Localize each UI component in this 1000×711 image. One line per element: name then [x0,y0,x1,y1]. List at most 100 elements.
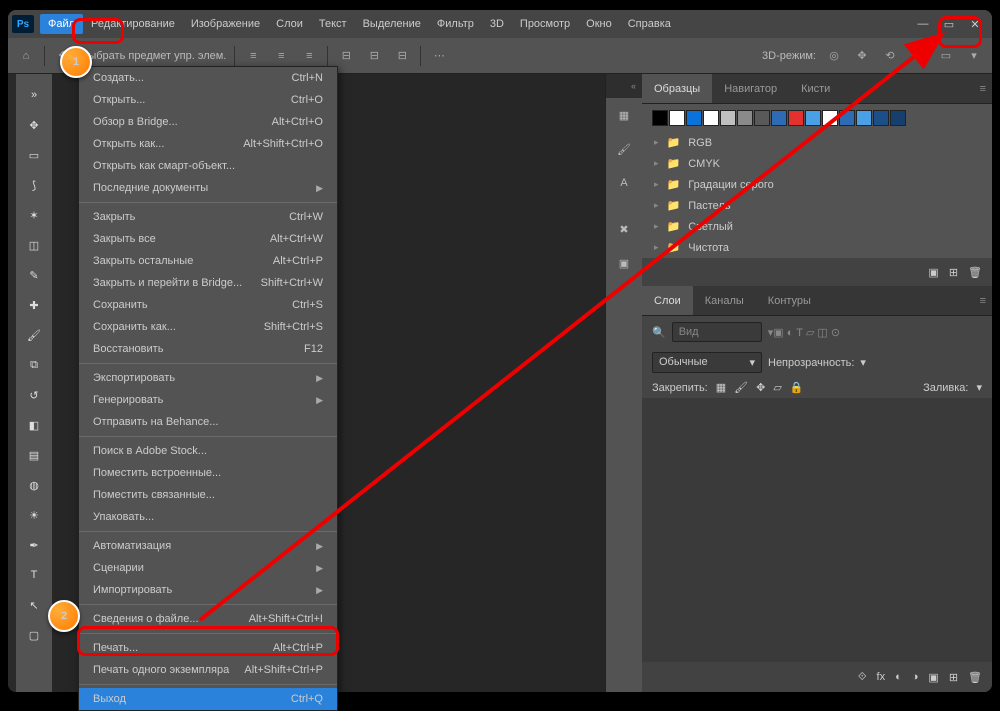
type-tool[interactable]: T [16,560,52,590]
layers-list[interactable] [642,398,992,662]
menu-item[interactable]: Закрыть и перейти в Bridge...Shift+Ctrl+… [79,272,337,294]
menu-item[interactable]: Открыть...Ctrl+O [79,89,337,111]
lasso-tool[interactable]: ⟆ [16,170,52,200]
menu-item[interactable]: Упаковать... [79,506,337,528]
group-icon[interactable]: ▣ [928,671,938,684]
delete-layer-icon[interactable]: 🗑 [968,671,982,684]
history-brush-tool[interactable]: ↺ [16,380,52,410]
swatch-group[interactable]: ▸📁Градации серого [642,174,992,195]
wand-tool[interactable]: ✶ [16,200,52,230]
collapse-toolbar-icon[interactable]: » [16,80,52,110]
menu-item[interactable]: Сохранить как...Shift+Ctrl+S [79,316,337,338]
menu-item[interactable]: Сценарии▶ [79,557,337,579]
character-panel-icon[interactable]: A [606,166,642,200]
path-tool[interactable]: ↖ [16,590,52,620]
move-tool[interactable]: ✥ [16,110,52,140]
menu-файл[interactable]: Файл [40,14,83,34]
opacity-chevron-icon[interactable]: ▾ [860,356,866,369]
minimize-button[interactable]: — [912,13,934,35]
swatch[interactable] [652,110,668,126]
lock-pixels-icon[interactable]: ▦ [716,381,726,394]
gradient-tool[interactable]: ▤ [16,440,52,470]
menu-item[interactable]: Закрыть остальныеAlt+Ctrl+P [79,250,337,272]
menu-item[interactable]: Генерировать▶ [79,389,337,411]
maximize-button[interactable]: ▭ [938,13,960,35]
filter-type-icon[interactable]: T [796,327,803,339]
healing-tool[interactable]: ✚ [16,290,52,320]
swatch-group[interactable]: ▸📁Светлый [642,216,992,237]
blur-tool[interactable]: ◍ [16,470,52,500]
swatch[interactable] [686,110,702,126]
menu-item[interactable]: Обзор в Bridge...Alt+Ctrl+O [79,111,337,133]
tab-paths[interactable]: Контуры [756,286,823,315]
adjustment-icon[interactable]: ◑ [912,671,919,683]
menu-3d[interactable]: 3D [482,14,512,34]
swatch[interactable] [856,110,872,126]
eraser-tool[interactable]: ◧ [16,410,52,440]
swatch[interactable] [822,110,838,126]
menu-выделение[interactable]: Выделение [355,14,429,34]
expand-panels-icon[interactable]: « [606,74,642,98]
menu-редактирование[interactable]: Редактирование [83,14,183,34]
menu-item[interactable]: Создать...Ctrl+N [79,67,337,89]
swatch-group[interactable]: ▸📁RGB [642,132,992,153]
tab-swatches[interactable]: Образцы [642,74,712,103]
menu-item[interactable]: ЗакрытьCtrl+W [79,206,337,228]
menu-item[interactable]: Экспортировать▶ [79,367,337,389]
menu-item[interactable]: Сведения о файле...Alt+Shift+Ctrl+I [79,608,337,630]
fill-chevron-icon[interactable]: ▾ [976,381,982,394]
color-panel-icon[interactable]: ▦ [606,98,642,132]
search-icon[interactable]: 🔍 [908,46,928,66]
home-icon[interactable]: ⌂ [16,46,36,66]
new-layer-icon[interactable]: ⊞ [949,671,958,684]
dodge-tool[interactable]: ☀ [16,500,52,530]
distribute-icon[interactable]: ⊟ [392,46,412,66]
filter-shape-icon[interactable]: ▱ [806,327,814,339]
menu-item[interactable]: ВыходCtrl+Q [79,688,337,710]
orbit-icon[interactable]: ◎ [824,46,844,66]
brush-tool[interactable]: 🖌 [16,320,52,350]
tab-layers[interactable]: Слои [642,286,693,315]
new-group-icon[interactable]: ▣ [928,266,938,279]
menu-item[interactable]: СохранитьCtrl+S [79,294,337,316]
align-right-icon[interactable]: ≡ [299,46,319,66]
menu-item[interactable]: Автоматизация▶ [79,535,337,557]
swatch[interactable] [788,110,804,126]
more-icon[interactable]: ⋯ [429,46,449,66]
menu-item[interactable]: Поиск в Adobe Stock... [79,440,337,462]
rotate-icon[interactable]: ⟲ [880,46,900,66]
crop-tool[interactable]: ◫ [16,230,52,260]
menu-item[interactable]: Открыть как...Alt+Shift+Ctrl+O [79,133,337,155]
layer-filter-input[interactable] [672,322,762,342]
swatch-group[interactable]: ▸📁Пастель [642,195,992,216]
menu-item[interactable]: Печать одного экземпляраAlt+Shift+Ctrl+P [79,659,337,681]
swatch[interactable] [703,110,719,126]
lock-position-icon[interactable]: ✥ [756,381,765,394]
swatch[interactable] [805,110,821,126]
menu-item[interactable]: Поместить связанные... [79,484,337,506]
swatch[interactable] [771,110,787,126]
menu-изображение[interactable]: Изображение [183,14,268,34]
distribute-icon[interactable]: ⊟ [336,46,356,66]
filter-adjust-icon[interactable]: ◐ [787,327,794,339]
menu-item[interactable]: Последние документы▶ [79,177,337,199]
distribute-icon[interactable]: ⊟ [364,46,384,66]
marquee-tool[interactable]: ▭ [16,140,52,170]
menu-item[interactable]: ВосстановитьF12 [79,338,337,360]
swatch-group[interactable]: ▸📁Чистота [642,237,992,258]
pan-icon[interactable]: ✥ [852,46,872,66]
panel-menu-icon[interactable]: ≡ [823,286,992,315]
workspace-chevron-icon[interactable]: ▾ [964,46,984,66]
frame-icon[interactable]: ▭ [936,46,956,66]
align-left-icon[interactable]: ≡ [243,46,263,66]
menu-слои[interactable]: Слои [268,14,311,34]
menu-item[interactable]: Печать...Alt+Ctrl+P [79,637,337,659]
filter-smart-icon[interactable]: ◫ [817,327,827,339]
panel-menu-icon[interactable]: ≡ [842,74,992,103]
menu-item[interactable]: Открыть как смарт-объект... [79,155,337,177]
filter-toggle[interactable]: ⊙ [831,327,840,339]
lock-artboard-icon[interactable]: ▱ [773,381,781,394]
menu-item[interactable]: Закрыть всеAlt+Ctrl+W [79,228,337,250]
swatch[interactable] [669,110,685,126]
stamp-tool[interactable]: ⧉ [16,350,52,380]
